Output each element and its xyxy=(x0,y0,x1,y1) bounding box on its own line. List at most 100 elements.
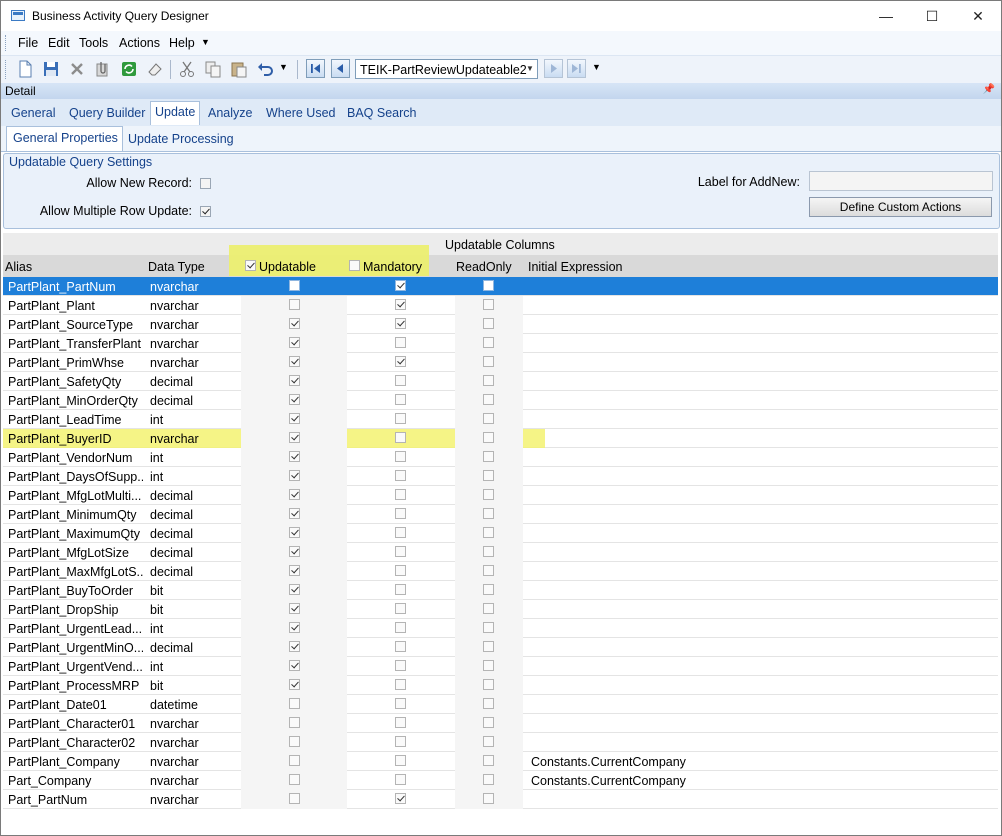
updatable-all-checkbox[interactable] xyxy=(245,260,256,271)
mandatory-checkbox[interactable] xyxy=(395,774,406,785)
mandatory-checkbox[interactable] xyxy=(395,717,406,728)
data-type-cell[interactable]: nvarchar xyxy=(150,793,230,807)
data-type-cell[interactable]: bit xyxy=(150,679,230,693)
alias-cell[interactable]: PartPlant_SourceType xyxy=(8,318,143,332)
readonly-checkbox[interactable] xyxy=(483,793,494,804)
readonly-checkbox[interactable] xyxy=(483,489,494,500)
table-row[interactable]: PartPlant_SourceType nvarchar xyxy=(3,315,998,334)
alias-cell[interactable]: PartPlant_DaysOfSupp... xyxy=(8,470,143,484)
updatable-checkbox[interactable] xyxy=(289,793,300,804)
alias-cell[interactable]: PartPlant_PrimWhse xyxy=(8,356,143,370)
mandatory-checkbox[interactable] xyxy=(395,698,406,709)
data-type-cell[interactable]: nvarchar xyxy=(150,299,230,313)
chevron-down-icon[interactable]: ▼ xyxy=(523,60,537,78)
table-row[interactable]: PartPlant_PrimWhse nvarchar xyxy=(3,353,998,372)
refresh-icon[interactable] xyxy=(119,59,139,79)
readonly-checkbox[interactable] xyxy=(483,394,494,405)
table-row[interactable]: PartPlant_Company nvarchar Constants.Curre… xyxy=(3,752,998,771)
table-row[interactable]: PartPlant_BuyerID nvarchar xyxy=(3,429,998,448)
menu-file[interactable]: File xyxy=(18,36,38,50)
readonly-checkbox[interactable] xyxy=(483,356,494,367)
table-row[interactable]: PartPlant_MinimumQty decimal xyxy=(3,505,998,524)
mandatory-checkbox[interactable] xyxy=(395,470,406,481)
next-record-icon[interactable] xyxy=(544,59,563,78)
alias-cell[interactable]: PartPlant_PartNum xyxy=(8,280,143,294)
table-row[interactable]: PartPlant_DropShip bit xyxy=(3,600,998,619)
data-type-cell[interactable]: nvarchar xyxy=(150,774,230,788)
alias-cell[interactable]: PartPlant_UrgentMinO... xyxy=(8,641,143,655)
mandatory-checkbox[interactable] xyxy=(395,337,406,348)
tab-update-processing[interactable]: Update Processing xyxy=(128,132,234,146)
alias-cell[interactable]: PartPlant_DropShip xyxy=(8,603,143,617)
updatable-checkbox[interactable] xyxy=(289,736,300,747)
menu-actions[interactable]: Actions xyxy=(119,36,160,50)
tab-query-builder[interactable]: Query Builder xyxy=(69,106,145,120)
column-readonly[interactable]: ReadOnly xyxy=(456,260,512,274)
updatable-checkbox[interactable] xyxy=(289,489,300,500)
updatable-checkbox[interactable] xyxy=(289,299,300,310)
updatable-checkbox[interactable] xyxy=(289,470,300,481)
data-type-cell[interactable]: int xyxy=(150,413,230,427)
data-type-cell[interactable]: decimal xyxy=(150,565,230,579)
readonly-checkbox[interactable] xyxy=(483,318,494,329)
tab-where-used[interactable]: Where Used xyxy=(266,106,335,120)
alias-cell[interactable]: PartPlant_MinimumQty xyxy=(8,508,143,522)
mandatory-checkbox[interactable] xyxy=(395,489,406,500)
data-type-cell[interactable]: nvarchar xyxy=(150,356,230,370)
alias-cell[interactable]: PartPlant_TransferPlant xyxy=(8,337,143,351)
mandatory-checkbox[interactable] xyxy=(395,375,406,386)
updatable-checkbox[interactable] xyxy=(289,641,300,652)
alias-cell[interactable]: PartPlant_UrgentLead... xyxy=(8,622,143,636)
alias-cell[interactable]: PartPlant_MinOrderQty xyxy=(8,394,143,408)
allow-new-record-checkbox[interactable] xyxy=(200,178,211,189)
maximize-button[interactable]: ☐ xyxy=(909,1,955,31)
undo-icon[interactable] xyxy=(255,59,275,79)
last-record-icon[interactable] xyxy=(567,59,586,78)
mandatory-checkbox[interactable] xyxy=(395,660,406,671)
alias-cell[interactable]: PartPlant_Character01 xyxy=(8,717,143,731)
mandatory-checkbox[interactable] xyxy=(395,546,406,557)
mandatory-checkbox[interactable] xyxy=(395,641,406,652)
mandatory-checkbox[interactable] xyxy=(395,318,406,329)
alias-cell[interactable]: PartPlant_MfgLotMulti... xyxy=(8,489,143,503)
updatable-checkbox[interactable] xyxy=(289,280,300,291)
column-data-type[interactable]: Data Type xyxy=(148,260,205,274)
updatable-checkbox[interactable] xyxy=(289,622,300,633)
mandatory-checkbox[interactable] xyxy=(395,280,406,291)
table-row[interactable]: PartPlant_Character02 nvarchar xyxy=(3,733,998,752)
readonly-checkbox[interactable] xyxy=(483,337,494,348)
readonly-checkbox[interactable] xyxy=(483,375,494,386)
tab-general-properties[interactable]: General Properties xyxy=(6,126,123,151)
readonly-checkbox[interactable] xyxy=(483,413,494,424)
data-type-cell[interactable]: nvarchar xyxy=(150,318,230,332)
alias-cell[interactable]: PartPlant_Character02 xyxy=(8,736,143,750)
data-type-cell[interactable]: nvarchar xyxy=(150,717,230,731)
initial-expression-cell[interactable]: Constants.CurrentCompany xyxy=(531,755,931,769)
mandatory-checkbox[interactable] xyxy=(395,527,406,538)
toolbar-overflow-icon[interactable]: ▼ xyxy=(592,62,602,82)
data-type-cell[interactable]: decimal xyxy=(150,508,230,522)
data-type-cell[interactable]: nvarchar xyxy=(150,432,230,446)
table-row[interactable]: PartPlant_Plant nvarchar xyxy=(3,296,998,315)
table-row[interactable]: PartPlant_VendorNum int xyxy=(3,448,998,467)
updatable-checkbox[interactable] xyxy=(289,755,300,766)
alias-cell[interactable]: PartPlant_SafetyQty xyxy=(8,375,143,389)
data-type-cell[interactable]: int xyxy=(150,470,230,484)
mandatory-checkbox[interactable] xyxy=(395,679,406,690)
tab-general[interactable]: General xyxy=(11,106,55,120)
table-row[interactable]: PartPlant_UrgentMinO... decimal xyxy=(3,638,998,657)
toolbar-grip[interactable] xyxy=(5,60,9,79)
updatable-checkbox[interactable] xyxy=(289,774,300,785)
alias-cell[interactable]: PartPlant_UrgentVend... xyxy=(8,660,143,674)
readonly-checkbox[interactable] xyxy=(483,451,494,462)
previous-record-icon[interactable] xyxy=(331,59,350,78)
readonly-checkbox[interactable] xyxy=(483,584,494,595)
mandatory-checkbox[interactable] xyxy=(395,565,406,576)
readonly-checkbox[interactable] xyxy=(483,470,494,481)
data-type-cell[interactable]: nvarchar xyxy=(150,337,230,351)
updatable-checkbox[interactable] xyxy=(289,584,300,595)
readonly-checkbox[interactable] xyxy=(483,641,494,652)
column-alias[interactable]: Alias xyxy=(5,260,32,274)
table-row[interactable]: PartPlant_Date01 datetime xyxy=(3,695,998,714)
updatable-checkbox[interactable] xyxy=(289,413,300,424)
